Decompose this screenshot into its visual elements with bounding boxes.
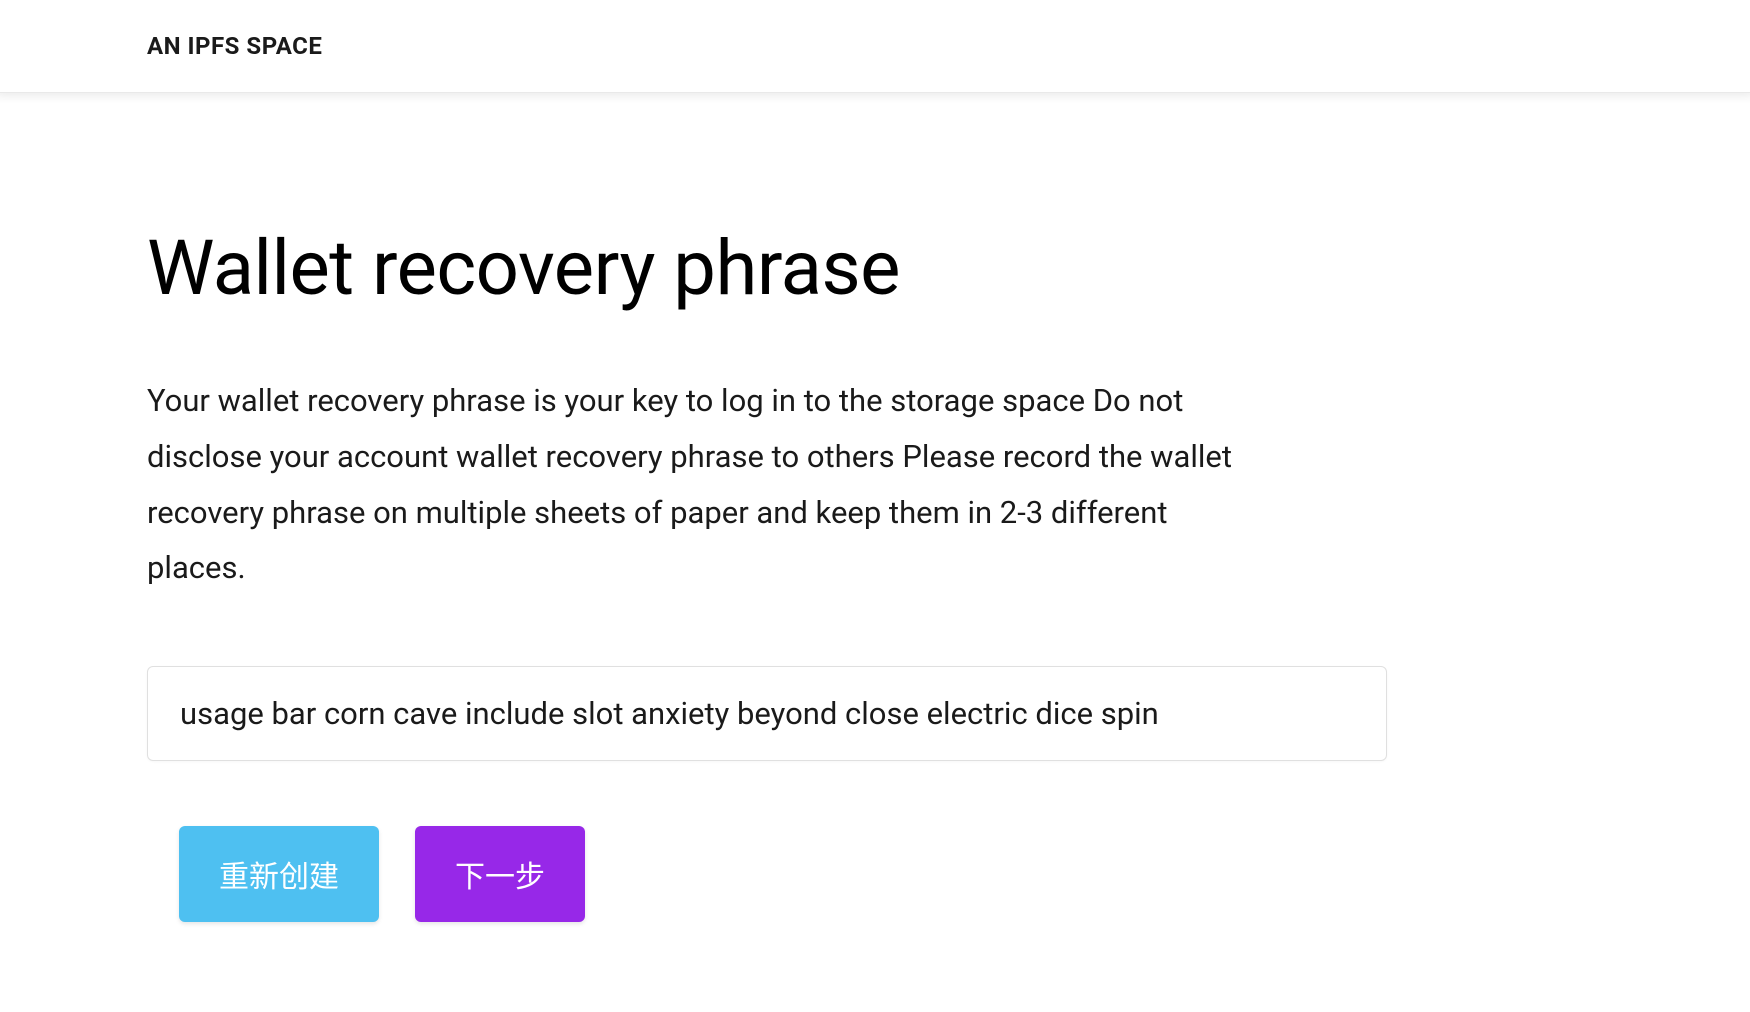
button-row: 重新创建 下一步 xyxy=(147,826,1603,922)
header: AN IPFS SPACE xyxy=(0,0,1750,93)
main-content: Wallet recovery phrase Your wallet recov… xyxy=(0,93,1750,922)
header-title: AN IPFS SPACE xyxy=(147,32,1750,60)
recovery-phrase-box: usage bar corn cave include slot anxiety… xyxy=(147,666,1387,761)
next-button[interactable]: 下一步 xyxy=(415,826,585,922)
description-text: Your wallet recovery phrase is your key … xyxy=(147,373,1247,596)
page-title: Wallet recovery phrase xyxy=(147,223,1603,313)
recreate-button[interactable]: 重新创建 xyxy=(179,826,379,922)
